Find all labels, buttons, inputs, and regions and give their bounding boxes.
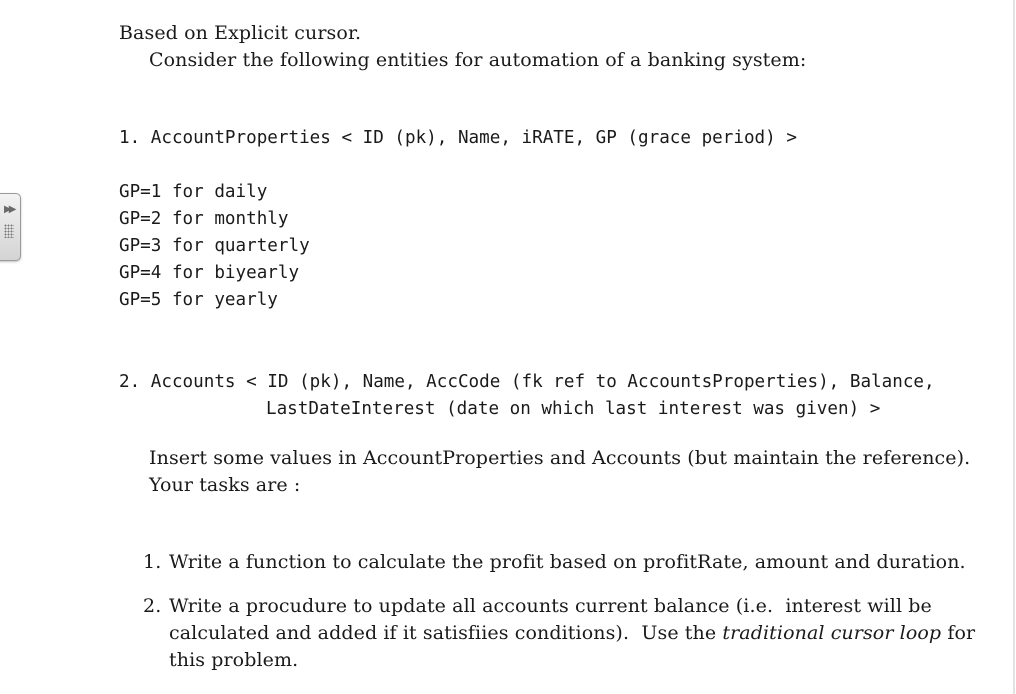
entity-accounts-continued: LastDateInterest (date on which last int… (266, 399, 881, 419)
instruction-line: Insert some values in AccountProperties … (149, 447, 971, 469)
grip-icon (4, 224, 14, 238)
page-edge (1013, 0, 1015, 694)
task-number: 1. (143, 551, 162, 573)
expand-arrows-icon: ▶▶ (4, 204, 17, 215)
entity-account-properties: 1. AccountProperties < ID (pk), Name, iR… (119, 128, 797, 148)
gp-line: GP=1 for daily (119, 182, 268, 202)
tasks-heading: Your tasks are : (149, 474, 301, 496)
gp-line: GP=2 for monthly (119, 209, 289, 229)
task-text: Write a procudure to update all accounts… (169, 595, 932, 617)
task-text-continued: calculated and added if it satisfiies co… (169, 622, 975, 644)
task-number: 2. (143, 595, 162, 617)
gp-line: GP=5 for yearly (119, 290, 278, 310)
gp-line: GP=3 for quarterly (119, 236, 310, 256)
task-text-segment: calculated and added if it satisfiies co… (169, 622, 723, 644)
intro-consider-line: Consider the following entities for auto… (149, 49, 807, 71)
emphasis-text: traditional cursor loop (722, 622, 942, 644)
sidebar-toggle-handle[interactable]: ▶▶ (0, 193, 21, 261)
intro-line: Based on Explicit cursor. (119, 22, 362, 44)
task-text-segment: for (941, 622, 976, 644)
gp-line: GP=4 for biyearly (119, 263, 300, 283)
task-text: Write a function to calculate the profit… (169, 551, 966, 573)
entity-accounts: 2. Accounts < ID (pk), Name, AccCode (fk… (119, 372, 935, 392)
task-text-continued: this problem. (169, 649, 299, 671)
